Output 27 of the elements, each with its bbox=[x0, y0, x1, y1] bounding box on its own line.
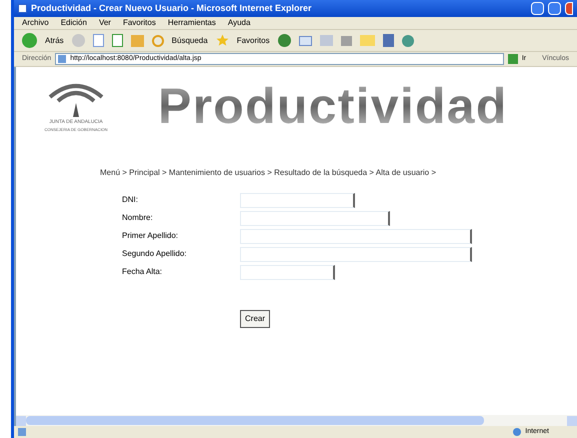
history-icon[interactable] bbox=[278, 34, 291, 47]
create-button[interactable]: Crear bbox=[240, 310, 270, 328]
text-field[interactable] bbox=[240, 192, 355, 208]
text-field[interactable] bbox=[240, 246, 472, 262]
breadcrumb-text: Menú > Principal > Mantenimiento de usuarios > Resultado de la búsqueda > Alta de usuario > bbox=[100, 166, 437, 178]
text-field[interactable] bbox=[240, 210, 390, 226]
star-icon[interactable] bbox=[216, 34, 229, 47]
menu-item[interactable]: Edición bbox=[60, 17, 87, 29]
field-label: Primer Apellido: bbox=[122, 230, 180, 242]
field-label: Fecha Alta: bbox=[122, 266, 164, 278]
menu-item[interactable]: Herramientas bbox=[168, 17, 216, 29]
menu-item[interactable]: Ayuda bbox=[228, 17, 250, 29]
menu-item[interactable]: Ver bbox=[98, 17, 111, 29]
maximize-button[interactable] bbox=[548, 2, 561, 15]
search-label[interactable]: Búsqueda bbox=[172, 34, 208, 46]
field-label: Nombre: bbox=[122, 212, 154, 224]
field-label: Segundo Apellido: bbox=[122, 248, 188, 260]
field-label: DNI: bbox=[122, 194, 139, 206]
menu-item[interactable]: Archivo bbox=[22, 17, 49, 29]
text-field[interactable] bbox=[240, 264, 335, 280]
favorites-label[interactable]: Favoritos bbox=[236, 34, 270, 46]
close-button[interactable] bbox=[565, 2, 573, 15]
window-title: Productividad - Crear Nuevo Usuario - Microsoft Internet Explorer bbox=[31, 2, 312, 15]
menu-item[interactable]: Favoritos bbox=[122, 17, 156, 29]
minimize-button[interactable] bbox=[531, 2, 544, 15]
text-field[interactable] bbox=[240, 228, 472, 244]
back-label[interactable]: Atrás bbox=[45, 34, 64, 46]
